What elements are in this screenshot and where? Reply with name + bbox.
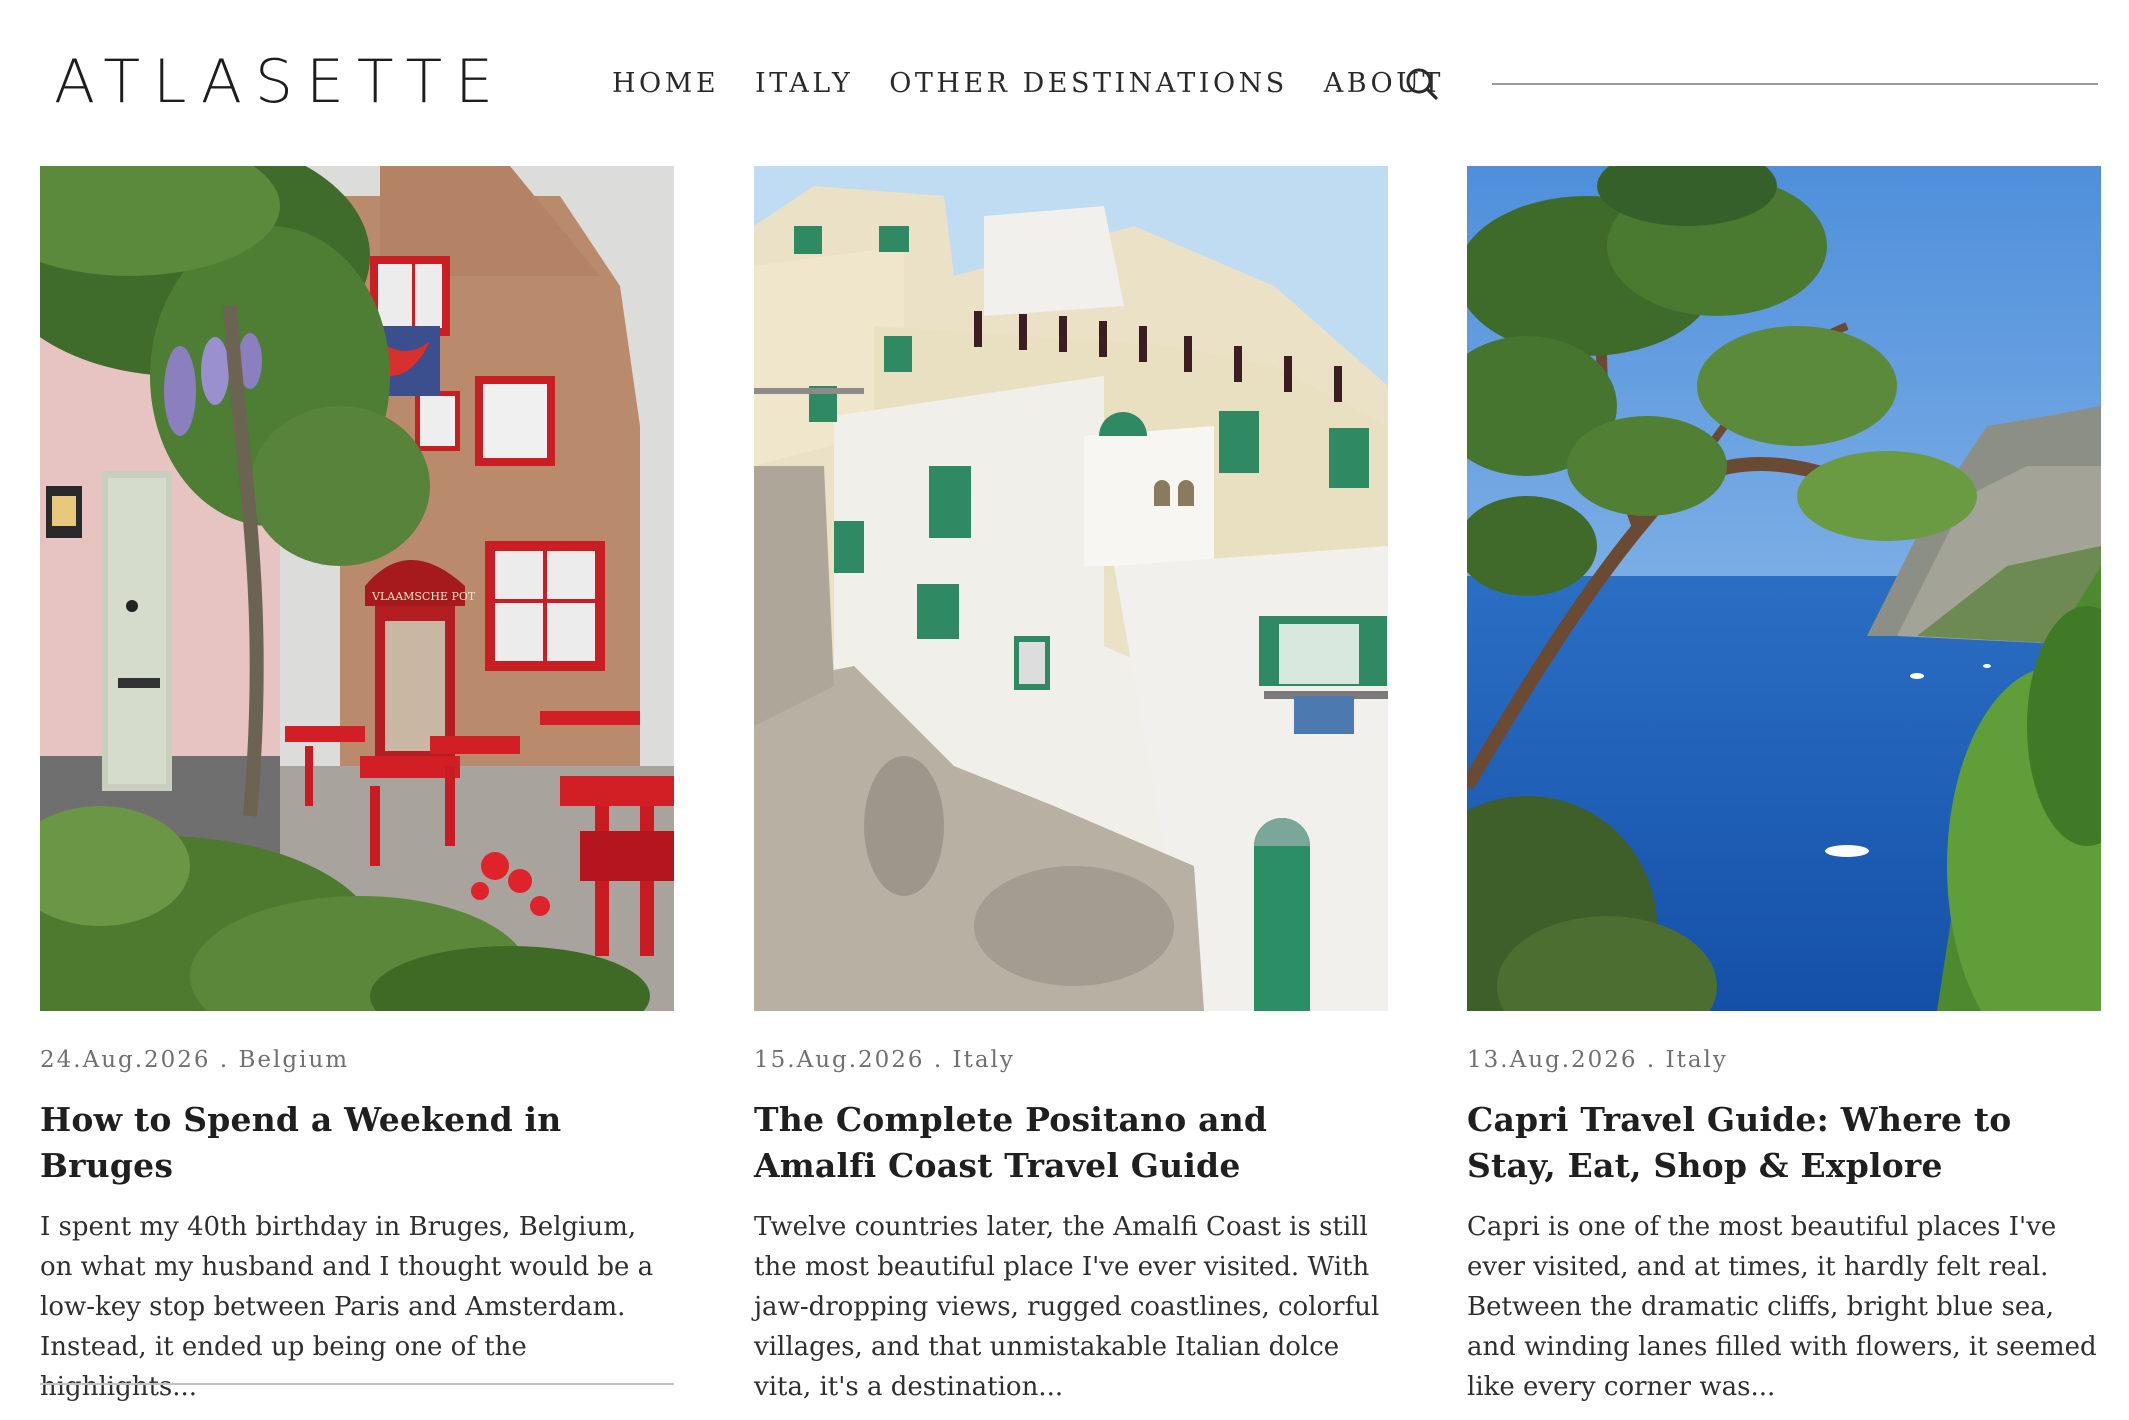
post-image-bruges[interactable]: VLAAMSCHE POT [40,166,674,1011]
post-title[interactable]: The Complete Positano and Amalfi Coast T… [754,1097,1388,1189]
post-title[interactable]: Capri Travel Guide: Where to Stay, Eat, … [1467,1097,2101,1189]
post-divider [40,1383,674,1385]
header-divider [1492,83,2098,85]
search-icon[interactable] [1402,64,1442,104]
post-meta: 15.Aug.2026 . Italy [754,1047,1015,1073]
main-nav: HOME ITALY OTHER DESTINATIONS ABOUT [612,64,1480,104]
shop-sign: VLAAMSCHE POT [371,590,476,603]
post-title[interactable]: How to Spend a Weekend in Bruges [40,1097,674,1189]
post-image-positano[interactable] [754,166,1388,1011]
post-excerpt: I spent my 40th birthday in Bruges, Belg… [40,1212,654,1402]
post-meta: 24.Aug.2026 . Belgium [40,1047,350,1073]
nav-item-italy[interactable]: ITALY [755,64,853,104]
post-card-bruges: VLAAMSCHE POT 24.Aug.2026 . Belgium How … [40,166,674,1407]
site-header: ATLASETTE HOME ITALY OTHER DESTINATIONS … [0,0,2129,160]
post-card-capri: 13.Aug.2026 . Italy Capri Travel Guide: … [1467,166,2101,1407]
post-card-positano: 15.Aug.2026 . Italy The Complete Positan… [754,166,1388,1407]
post-meta: 13.Aug.2026 . Italy [1467,1047,1728,1073]
post-excerpt: Capri is one of the most beautiful place… [1467,1212,2097,1402]
post-excerpt: Twelve countries later, the Amalfi Coast… [754,1212,1380,1402]
site-logo[interactable]: ATLASETTE [54,46,506,118]
nav-item-home[interactable]: HOME [612,64,719,104]
nav-item-other-destinations[interactable]: OTHER DESTINATIONS [889,64,1287,104]
post-image-capri[interactable] [1467,166,2101,1011]
